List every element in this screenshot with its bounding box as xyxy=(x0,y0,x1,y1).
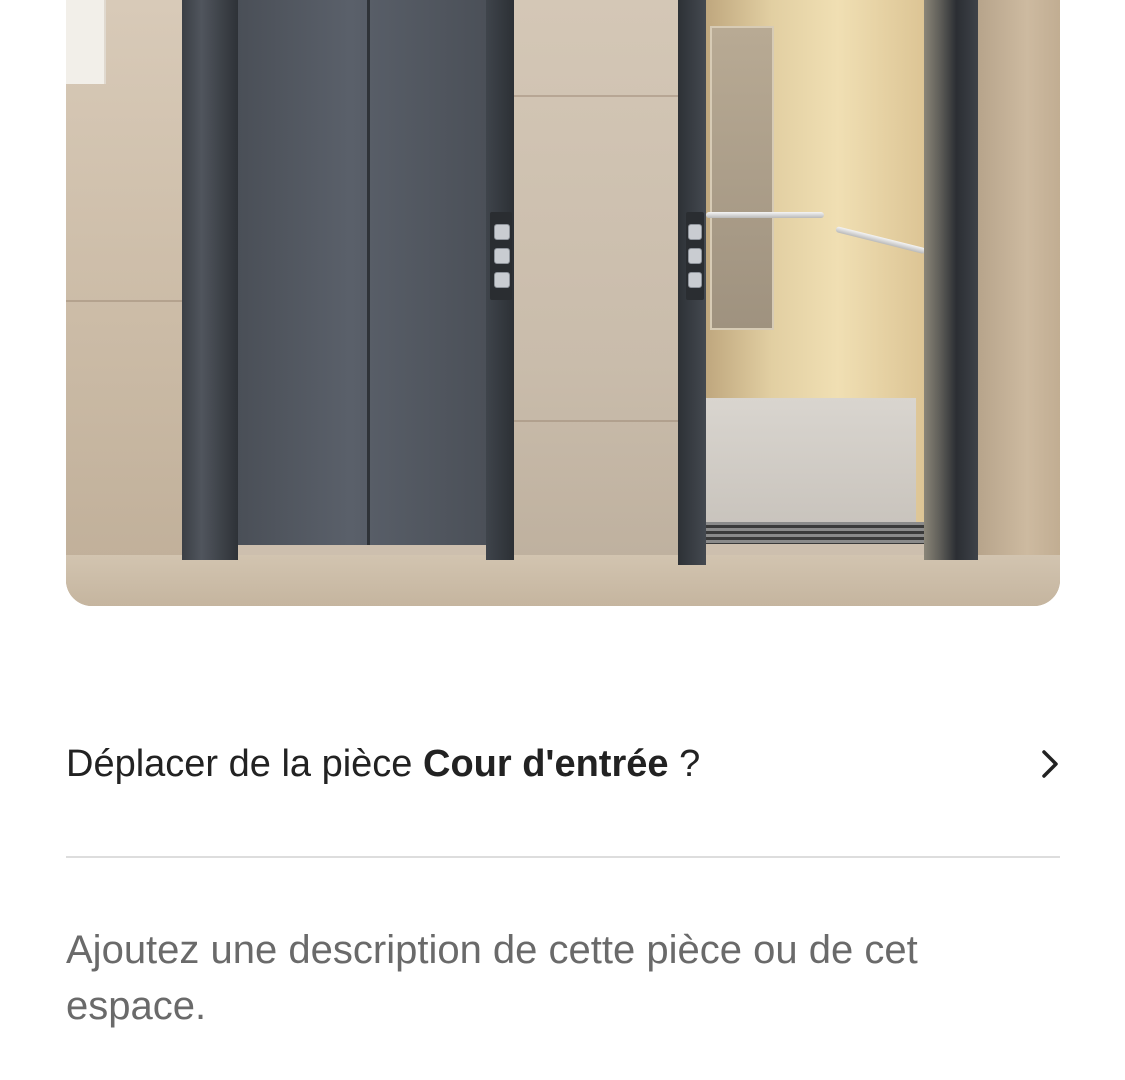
description-field[interactable]: Ajoutez une description de cette pièce o… xyxy=(66,922,1060,1034)
move-room-text: Déplacer de la pièce Cour d'entrée ? xyxy=(66,728,1020,800)
move-room-name: Cour d'entrée xyxy=(423,743,669,785)
photo-closed-elevator-door xyxy=(238,0,486,545)
photo-cabin-floor xyxy=(706,398,916,523)
photo-call-button xyxy=(688,224,702,240)
photo-call-button xyxy=(494,248,510,264)
photo-handrail xyxy=(706,212,824,218)
photo-cabin-mirror xyxy=(710,26,774,330)
photo-elevator-frame xyxy=(182,0,238,560)
photo-wall-joint xyxy=(66,300,182,302)
photo-call-button-panel xyxy=(490,212,512,300)
photo-call-button xyxy=(688,248,702,264)
photo-door-threshold xyxy=(698,522,938,544)
photo-poster xyxy=(66,0,106,84)
room-photo[interactable] xyxy=(66,0,1060,606)
photo-wall-joint xyxy=(513,420,703,422)
photo-call-button-panel xyxy=(686,212,704,300)
photo-floor xyxy=(66,555,1060,606)
photo-wall-middle xyxy=(513,0,703,606)
move-room-suffix: ? xyxy=(668,743,701,785)
photo-open-elevator-door xyxy=(924,0,978,560)
photo-wall-left xyxy=(66,0,182,606)
photo-call-button xyxy=(688,272,702,288)
photo-wall-right xyxy=(978,0,1060,606)
move-room-prefix: Déplacer de la pièce xyxy=(66,743,423,785)
photo-call-button xyxy=(494,224,510,240)
chevron-right-icon[interactable] xyxy=(1020,728,1060,800)
photo-wall-joint xyxy=(513,95,703,97)
photo-door-seam xyxy=(367,0,370,545)
photo-call-button xyxy=(494,272,510,288)
section-divider xyxy=(66,856,1060,858)
move-room-row[interactable]: Déplacer de la pièce Cour d'entrée ? xyxy=(66,728,1060,800)
